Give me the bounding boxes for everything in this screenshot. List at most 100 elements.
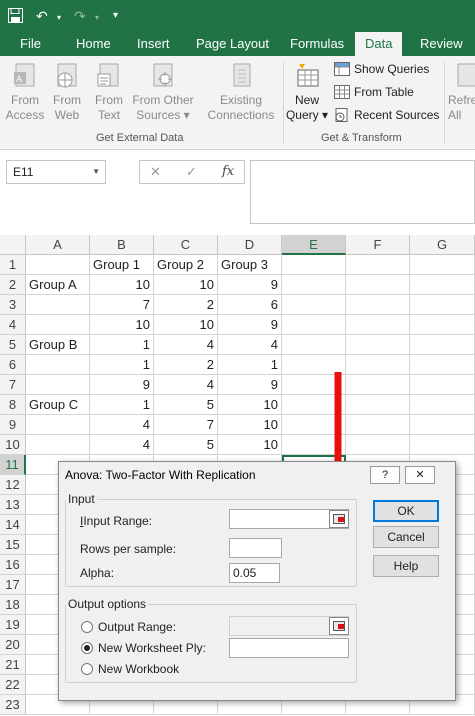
row-header-1[interactable]: 1: [0, 255, 26, 275]
cell-b5[interactable]: 1: [90, 335, 154, 355]
existing-connections-button[interactable]: Existing Connections: [202, 62, 280, 123]
cell-g4[interactable]: [410, 315, 475, 335]
cell-f8[interactable]: [346, 395, 410, 415]
rows-per-sample-field[interactable]: [229, 538, 282, 558]
cell-f7[interactable]: [346, 375, 410, 395]
column-header-b[interactable]: B: [90, 235, 154, 255]
alpha-field[interactable]: 0.05: [229, 563, 280, 583]
cell-a9[interactable]: [26, 415, 90, 435]
tab-review[interactable]: Review: [420, 36, 463, 51]
from-access-button[interactable]: A From Access: [3, 62, 47, 123]
from-web-button[interactable]: From Web: [45, 62, 89, 123]
row-header-21[interactable]: 21: [0, 655, 26, 675]
row-header-10[interactable]: 10: [0, 435, 26, 455]
cell-b4[interactable]: 10: [90, 315, 154, 335]
save-icon[interactable]: [8, 8, 23, 23]
row-header-8[interactable]: 8: [0, 395, 26, 415]
row-header-6[interactable]: 6: [0, 355, 26, 375]
cell-c9[interactable]: 7: [154, 415, 218, 435]
select-all-corner[interactable]: [0, 235, 26, 255]
cell-c4[interactable]: 10: [154, 315, 218, 335]
cell-d7[interactable]: 9: [218, 375, 282, 395]
cell-a1[interactable]: [26, 255, 90, 275]
cell-b3[interactable]: 7: [90, 295, 154, 315]
row-header-9[interactable]: 9: [0, 415, 26, 435]
new-workbook-radio[interactable]: [81, 663, 93, 675]
cell-g3[interactable]: [410, 295, 475, 315]
tab-formulas[interactable]: Formulas: [290, 36, 344, 51]
row-header-4[interactable]: 4: [0, 315, 26, 335]
cell-b10[interactable]: 4: [90, 435, 154, 455]
row-header-19[interactable]: 19: [0, 615, 26, 635]
cell-a5[interactable]: Group B: [26, 335, 90, 355]
cell-e1[interactable]: [282, 255, 346, 275]
cell-g7[interactable]: [410, 375, 475, 395]
output-range-radio[interactable]: [81, 621, 93, 633]
cell-g10[interactable]: [410, 435, 475, 455]
cell-e2[interactable]: [282, 275, 346, 295]
cell-a8[interactable]: Group C: [26, 395, 90, 415]
column-header-c[interactable]: C: [154, 235, 218, 255]
cell-g8[interactable]: [410, 395, 475, 415]
from-other-sources-button[interactable]: From Other Sources ▾: [130, 62, 196, 123]
recent-sources-button[interactable]: Recent Sources: [334, 108, 439, 122]
name-box[interactable]: E11 ▼: [6, 160, 106, 184]
refresh-all-button[interactable]: Refre All: [448, 62, 475, 123]
row-header-17[interactable]: 17: [0, 575, 26, 595]
from-table-button[interactable]: From Table: [334, 85, 414, 99]
cell-b1[interactable]: Group 1: [90, 255, 154, 275]
cell-d10[interactable]: 10: [218, 435, 282, 455]
cell-d9[interactable]: 10: [218, 415, 282, 435]
cell-d4[interactable]: 9: [218, 315, 282, 335]
column-header-e[interactable]: E: [282, 235, 346, 255]
row-header-18[interactable]: 18: [0, 595, 26, 615]
cell-g9[interactable]: [410, 415, 475, 435]
undo-dropdown-icon[interactable]: ▾: [57, 8, 61, 28]
cell-d1[interactable]: Group 3: [218, 255, 282, 275]
from-text-button[interactable]: From Text: [87, 62, 131, 123]
cell-f6[interactable]: [346, 355, 410, 375]
chevron-down-icon[interactable]: ▼: [92, 167, 100, 176]
tab-home[interactable]: Home: [76, 36, 111, 51]
row-header-2[interactable]: 2: [0, 275, 26, 295]
cell-d2[interactable]: 9: [218, 275, 282, 295]
tab-insert[interactable]: Insert: [137, 36, 170, 51]
cell-a10[interactable]: [26, 435, 90, 455]
row-header-14[interactable]: 14: [0, 515, 26, 535]
new-worksheet-field[interactable]: [229, 638, 349, 658]
cell-e3[interactable]: [282, 295, 346, 315]
row-header-12[interactable]: 12: [0, 475, 26, 495]
column-header-f[interactable]: F: [346, 235, 410, 255]
cell-a7[interactable]: [26, 375, 90, 395]
cell-c2[interactable]: 10: [154, 275, 218, 295]
help-title-button[interactable]: ?: [370, 466, 400, 484]
cell-d3[interactable]: 6: [218, 295, 282, 315]
tab-page-layout[interactable]: Page Layout: [196, 36, 269, 51]
tab-data[interactable]: Data: [355, 32, 403, 56]
show-queries-button[interactable]: Show Queries: [334, 62, 429, 76]
cell-f2[interactable]: [346, 275, 410, 295]
column-header-a[interactable]: A: [26, 235, 90, 255]
cell-c10[interactable]: 5: [154, 435, 218, 455]
enter-icon[interactable]: ✓: [186, 164, 197, 180]
cell-d8[interactable]: 10: [218, 395, 282, 415]
cell-f10[interactable]: [346, 435, 410, 455]
cell-g2[interactable]: [410, 275, 475, 295]
row-header-20[interactable]: 20: [0, 635, 26, 655]
cell-f1[interactable]: [346, 255, 410, 275]
cell-b6[interactable]: 1: [90, 355, 154, 375]
cell-b9[interactable]: 4: [90, 415, 154, 435]
insert-function-icon[interactable]: fx: [222, 164, 234, 179]
cell-a2[interactable]: Group A: [26, 275, 90, 295]
cell-c1[interactable]: Group 2: [154, 255, 218, 275]
undo-icon[interactable]: ↶: [36, 6, 48, 26]
ok-button[interactable]: OK: [373, 500, 439, 522]
row-header-22[interactable]: 22: [0, 675, 26, 695]
row-header-15[interactable]: 15: [0, 535, 26, 555]
column-header-g[interactable]: G: [410, 235, 475, 255]
customize-qat-icon[interactable]: ▾: [113, 6, 118, 26]
formula-input[interactable]: [250, 160, 475, 224]
redo-icon[interactable]: ↷: [74, 6, 86, 26]
column-header-d[interactable]: D: [218, 235, 282, 255]
cell-b7[interactable]: 9: [90, 375, 154, 395]
